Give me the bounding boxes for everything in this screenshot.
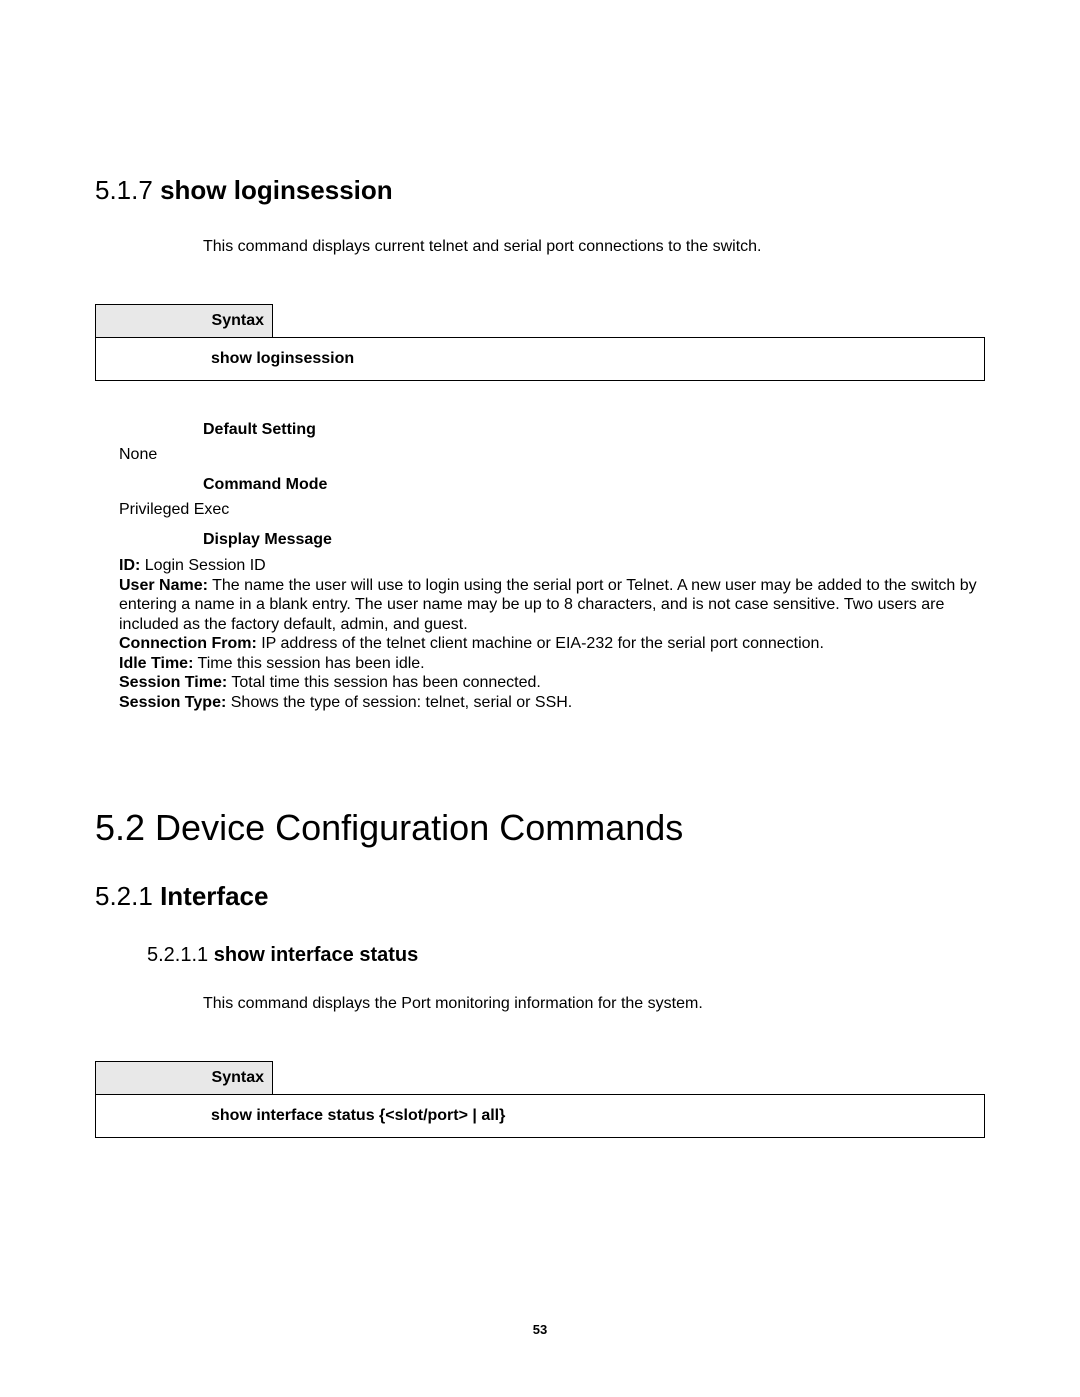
dm-id-text: Login Session ID xyxy=(140,557,265,574)
dm-idle-time-text: Time this session has been idle. xyxy=(193,655,424,672)
heading-517: 5.1.7 show loginsession xyxy=(95,175,985,206)
command-mode-value: Privileged Exec xyxy=(119,501,985,519)
heading-52: 5.2 Device Configuration Commands xyxy=(95,807,985,849)
display-message-label: Display Message xyxy=(203,531,985,549)
command-description: This command displays the Port monitorin… xyxy=(203,995,985,1013)
dm-session-type-label: Session Type: xyxy=(119,694,226,711)
dm-user-name: User Name: The name the user will use to… xyxy=(119,576,985,635)
dm-session-time: Session Time: Total time this session ha… xyxy=(119,673,985,693)
dm-user-name-text: The name the user will use to login usin… xyxy=(119,577,977,633)
command-description: This command displays current telnet and… xyxy=(203,238,985,256)
document-page: 5.1.7 show loginsession This command dis… xyxy=(0,0,1080,1138)
dm-user-name-label: User Name: xyxy=(119,577,208,594)
heading-title: Interface xyxy=(160,881,268,911)
default-setting-value: None xyxy=(119,446,985,464)
syntax-content: show loginsession xyxy=(95,337,985,381)
dm-session-time-label: Session Time: xyxy=(119,674,227,691)
heading-5211: 5.2.1.1 show interface status xyxy=(147,944,985,967)
heading-title: show loginsession xyxy=(160,175,393,205)
dm-idle-time: Idle Time: Time this session has been id… xyxy=(119,654,985,674)
heading-number: 5.2.1.1 xyxy=(147,944,208,966)
dm-connection-from: Connection From: IP address of the telne… xyxy=(119,634,985,654)
syntax-label: Syntax xyxy=(95,304,273,337)
command-mode-label: Command Mode xyxy=(203,476,985,494)
dm-connection-from-text: IP address of the telnet client machine … xyxy=(257,635,824,652)
dm-id-label: ID: xyxy=(119,557,140,574)
dm-idle-time-label: Idle Time: xyxy=(119,655,193,672)
heading-521: 5.2.1 Interface xyxy=(95,881,985,912)
dm-id: ID: Login Session ID xyxy=(119,556,985,576)
display-message-block: ID: Login Session ID User Name: The name… xyxy=(119,556,985,712)
syntax-label: Syntax xyxy=(95,1061,273,1094)
syntax-content: show interface status {<slot/port> | all… xyxy=(95,1094,985,1138)
dm-session-type-text: Shows the type of session: telnet, seria… xyxy=(226,694,572,711)
heading-title: show interface status xyxy=(214,944,419,966)
dm-session-time-text: Total time this session has been connect… xyxy=(227,674,541,691)
syntax-box: Syntax show interface status {<slot/port… xyxy=(95,1061,985,1138)
syntax-box: Syntax show loginsession xyxy=(95,304,985,381)
dm-session-type: Session Type: Shows the type of session:… xyxy=(119,693,985,713)
page-number: 53 xyxy=(0,1322,1080,1337)
dm-connection-from-label: Connection From: xyxy=(119,635,257,652)
heading-number: 5.1.7 xyxy=(95,175,153,205)
default-setting-label: Default Setting xyxy=(203,421,985,439)
heading-number: 5.2.1 xyxy=(95,881,153,911)
